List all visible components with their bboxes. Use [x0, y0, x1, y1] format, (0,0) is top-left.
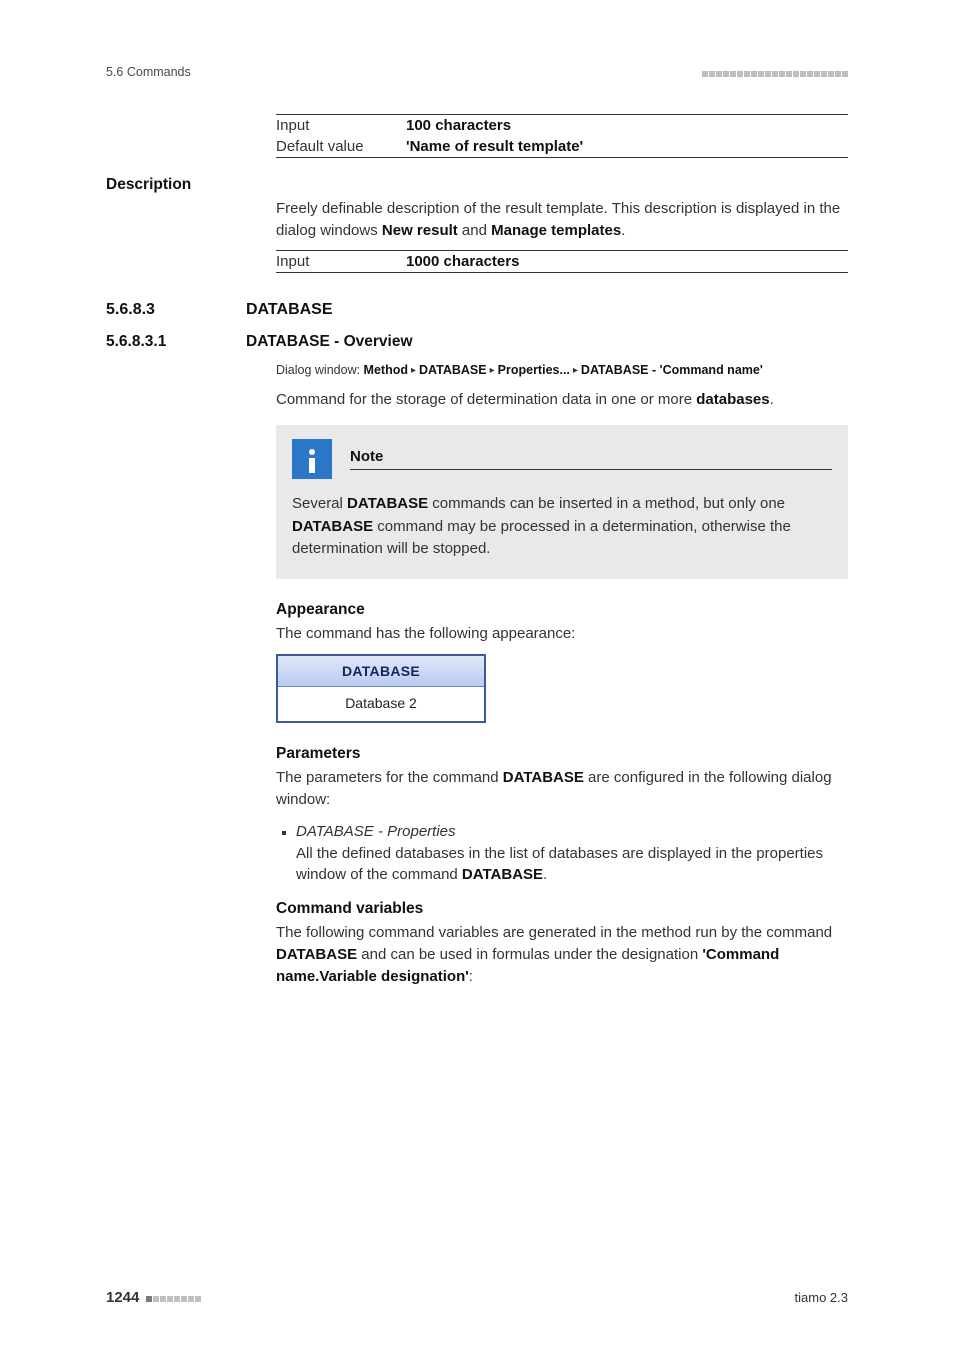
breadcrumb-sep-icon: ▸: [411, 365, 416, 376]
heading-title: DATABASE: [246, 301, 333, 319]
heading-database-overview: 5.6.8.3.1 DATABASE - Overview: [106, 333, 848, 351]
command-block-body: Database 2: [278, 687, 484, 721]
page-footer: 1244 tiamo 2.3: [106, 1289, 848, 1306]
definition-block-1: Input 100 characters Default value 'Name…: [276, 114, 848, 158]
def-value: 1000 characters: [406, 253, 848, 270]
dialog-window-path: Dialog window: Method▸DATABASE▸Propertie…: [276, 361, 848, 380]
def-value: 'Name of result template': [406, 138, 848, 155]
def-label: Default value: [276, 138, 406, 155]
list-item-title: DATABASE - Properties: [296, 823, 456, 840]
page-number: 1244: [106, 1289, 139, 1306]
header-section-label: 5.6 Commands: [106, 65, 191, 79]
info-icon: [292, 439, 332, 479]
breadcrumb-sep-icon: ▸: [490, 365, 495, 376]
appearance-text: The command has the following appearance…: [276, 623, 848, 645]
description-text: Freely definable description of the resu…: [276, 198, 848, 242]
breadcrumb-sep-icon: ▸: [573, 365, 578, 376]
command-intro-text: Command for the storage of determination…: [276, 389, 848, 411]
def-value: 100 characters: [406, 117, 848, 134]
def-row-input-desc: Input 1000 characters: [276, 251, 848, 272]
definition-block-2: Input 1000 characters: [276, 250, 848, 273]
footer-left: 1244: [106, 1289, 201, 1306]
note-box: Note Several DATABASE commands can be in…: [276, 425, 848, 579]
note-title-wrap: Note: [350, 448, 832, 470]
page-header: 5.6 Commands: [106, 64, 848, 80]
parameters-heading: Parameters: [276, 745, 848, 763]
footer-ornament: [145, 1290, 201, 1305]
footer-product: tiamo 2.3: [795, 1290, 848, 1305]
note-text: Several DATABASE commands can be inserte…: [292, 493, 832, 561]
heading-title: DATABASE - Overview: [246, 333, 413, 351]
list-item-body: All the defined databases in the list of…: [296, 845, 823, 884]
parameters-text: The parameters for the command DATABASE …: [276, 767, 848, 811]
command-block-title: DATABASE: [278, 656, 484, 687]
section-description: Description Freely definable description…: [106, 176, 848, 273]
heading-database: 5.6.8.3 DATABASE: [106, 301, 848, 319]
command-variables-heading: Command variables: [276, 900, 848, 918]
def-row-input: Input 100 characters: [276, 115, 848, 136]
description-heading: Description: [106, 176, 848, 194]
list-item: DATABASE - Properties All the defined da…: [296, 821, 848, 886]
command-block-graphic: DATABASE Database 2: [276, 654, 486, 723]
def-label: Input: [276, 253, 406, 270]
header-ornament: [701, 64, 848, 80]
note-header: Note: [292, 439, 832, 479]
note-title: Note: [350, 448, 832, 470]
heading-number: 5.6.8.3.1: [106, 333, 246, 351]
appearance-heading: Appearance: [276, 601, 848, 619]
command-variables-text: The following command variables are gene…: [276, 922, 848, 987]
heading-number: 5.6.8.3: [106, 301, 246, 319]
page: 5.6 Commands Input 100 characters Defaul…: [0, 0, 954, 1350]
def-row-default: Default value 'Name of result template': [276, 136, 848, 157]
def-label: Input: [276, 117, 406, 134]
parameters-list: DATABASE - Properties All the defined da…: [276, 821, 848, 886]
